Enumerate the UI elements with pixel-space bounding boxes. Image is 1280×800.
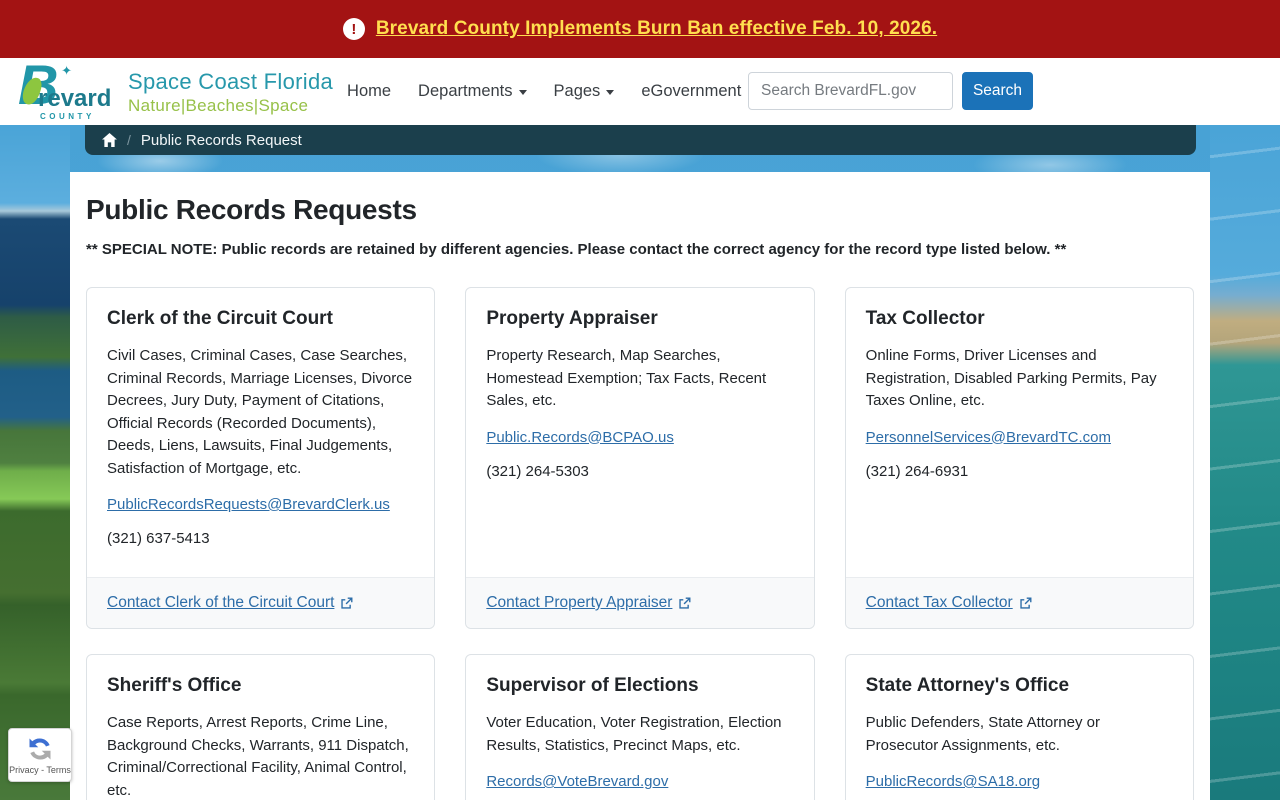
card-description: Online Forms, Driver Licenses and Regist…: [865, 347, 1157, 409]
email-link[interactable]: PublicRecordsRequests@BrevardClerk.us: [107, 496, 390, 513]
card-tax-collector: Tax Collector Online Forms, Driver Licen…: [844, 287, 1194, 629]
background-photo-coast-left: [0, 125, 70, 800]
content-panel: Public Records Requests ** SPECIAL NOTE:…: [70, 172, 1210, 800]
nav-pages-label: Pages: [553, 82, 601, 100]
card-title: Clerk of the Circuit Court: [107, 308, 333, 329]
search-input[interactable]: [748, 72, 953, 110]
card-title: Property Appraiser: [486, 308, 658, 329]
card-body: Property Appraiser Property Research, Ma…: [466, 288, 813, 577]
card-supervisor-of-elections: Supervisor of Elections Voter Education,…: [465, 654, 815, 800]
agency-cards-grid: Clerk of the Circuit Court Civil Cases, …: [86, 287, 1194, 800]
card-clerk-of-circuit-court: Clerk of the Circuit Court Civil Cases, …: [86, 287, 436, 629]
logo-county-text: COUNTY: [40, 111, 95, 121]
card-title: Sheriff's Office: [107, 675, 242, 696]
recaptcha-icon: [29, 738, 51, 760]
breadcrumb-separator: /: [127, 132, 131, 148]
card-description: Case Reports, Arrest Reports, Crime Line…: [107, 714, 409, 799]
card-body: State Attorney's Office Public Defenders…: [846, 655, 1193, 800]
phone-number: (321) 264-5303: [486, 462, 589, 480]
email-link[interactable]: PersonnelServices@BrevardTC.com: [866, 429, 1111, 446]
contact-tax-collector-link[interactable]: Contact Tax Collector: [866, 594, 1032, 612]
recaptcha-badge[interactable]: Privacy - Terms: [8, 728, 72, 782]
breadcrumb: / Public Records Request: [85, 125, 1196, 155]
logo-tagline-sub: Nature|Beaches|Space: [128, 95, 309, 115]
card-sheriffs-office: Sheriff's Office Case Reports, Arrest Re…: [86, 654, 436, 800]
brevard-logo-mark-icon: B ✦ revard COUNTY: [18, 56, 111, 121]
card-property-appraiser: Property Appraiser Property Research, Ma…: [465, 287, 815, 629]
card-description: Voter Education, Voter Registration, Ele…: [486, 714, 782, 754]
home-icon[interactable]: [102, 133, 117, 147]
background-photo-ocean-right: [1210, 125, 1280, 800]
nav-departments-label: Departments: [418, 82, 513, 100]
chevron-down-icon: [518, 90, 527, 95]
card-body: Clerk of the Circuit Court Civil Cases, …: [87, 288, 434, 577]
nav-egovernment-label: eGovernment: [641, 82, 742, 100]
nav-item-egovernment[interactable]: eGovernment: [641, 82, 741, 101]
burn-ban-alert-link[interactable]: Brevard County Implements Burn Ban effec…: [376, 18, 937, 40]
card-body: Supervisor of Elections Voter Education,…: [466, 655, 813, 800]
card-footer: Contact Clerk of the Circuit Court: [87, 577, 435, 628]
card-description: Public Defenders, State Attorney or Pros…: [865, 714, 1100, 754]
logo-wordmark: revard: [38, 84, 112, 112]
contact-link-label: Contact Clerk of the Circuit Court: [107, 594, 335, 611]
logo-star-icon: ✦: [61, 62, 72, 78]
email-link[interactable]: PublicRecords@SA18.org: [866, 773, 1040, 790]
card-description: Civil Cases, Criminal Cases, Case Search…: [107, 347, 413, 477]
site-header: B ✦ revard COUNTY Space Coast Florida Na…: [0, 56, 1280, 125]
contact-link-label: Contact Property Appraiser: [486, 594, 673, 611]
logo-tagline: Space Coast Florida Nature|Beaches|Space: [128, 63, 333, 116]
phone-number: (321) 264-6931: [865, 462, 969, 480]
contact-clerk-link[interactable]: Contact Clerk of the Circuit Court: [107, 594, 353, 612]
site-search: Search: [748, 72, 1033, 110]
card-footer: Contact Property Appraiser: [466, 577, 814, 628]
card-body: Tax Collector Online Forms, Driver Licen…: [846, 288, 1193, 577]
search-button[interactable]: Search: [962, 72, 1033, 110]
logo-tagline-title: Space Coast Florida: [128, 68, 334, 94]
external-link-icon: [679, 597, 691, 609]
card-title: Supervisor of Elections: [486, 675, 699, 696]
contact-property-appraiser-link[interactable]: Contact Property Appraiser: [486, 594, 691, 612]
nav-home-label: Home: [347, 82, 392, 100]
card-description: Property Research, Map Searches, Homeste…: [486, 347, 767, 409]
email-link[interactable]: Records@VoteBrevard.gov: [486, 773, 668, 790]
breadcrumb-current-page: Public Records Request: [140, 131, 302, 149]
external-link-icon: [341, 597, 353, 609]
chevron-down-icon: [606, 90, 615, 95]
brevard-county-logo[interactable]: B ✦ revard COUNTY Space Coast Florida Na…: [18, 56, 333, 121]
email-link[interactable]: Public.Records@BCPAO.us: [486, 429, 674, 446]
nav-item-home[interactable]: Home: [347, 82, 391, 101]
contact-link-label: Contact Tax Collector: [865, 594, 1013, 611]
nav-item-departments[interactable]: Departments: [418, 82, 527, 101]
exclamation-circle-icon: !: [342, 18, 365, 40]
page-title: Public Records Requests: [86, 194, 417, 225]
special-note: ** SPECIAL NOTE: Public records are reta…: [86, 241, 1067, 258]
card-footer: Contact Tax Collector: [845, 577, 1193, 628]
alert-banner: ! Brevard County Implements Burn Ban eff…: [0, 0, 1280, 58]
external-link-icon: [1020, 597, 1032, 609]
card-title: State Attorney's Office: [865, 675, 1070, 696]
card-state-attorneys-office: State Attorney's Office Public Defenders…: [844, 654, 1194, 800]
card-body: Sheriff's Office Case Reports, Arrest Re…: [87, 655, 434, 800]
nav-item-pages[interactable]: Pages: [554, 82, 615, 101]
recaptcha-privacy-terms[interactable]: Privacy - Terms: [9, 765, 71, 775]
phone-number: (321) 637-5413: [107, 530, 210, 547]
card-title: Tax Collector: [865, 308, 985, 329]
